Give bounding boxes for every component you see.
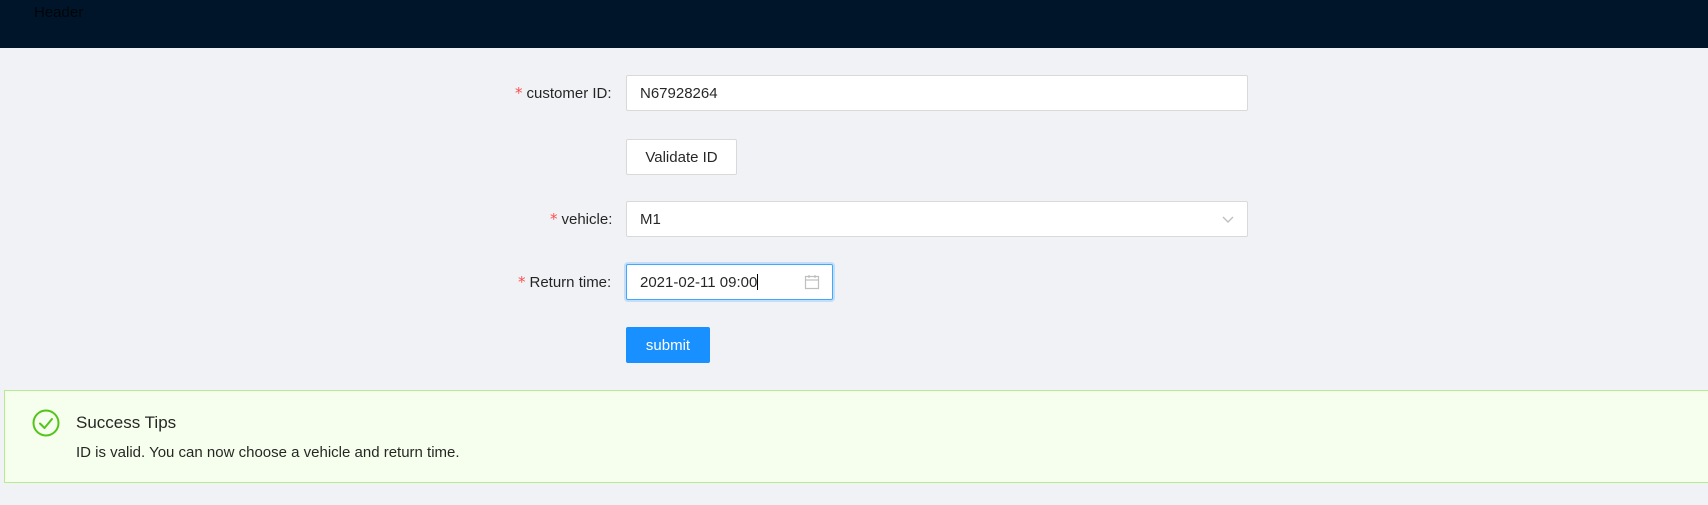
return-time-label: * Return time: [518, 273, 612, 291]
chevron-down-icon [1222, 216, 1234, 223]
vehicle-selected-value: M1 [640, 210, 661, 228]
header-bar: Header [0, 0, 1708, 48]
text-cursor [757, 274, 759, 290]
validate-id-button[interactable]: Validate ID [626, 139, 737, 175]
required-mark: * [518, 273, 526, 291]
check-circle-icon [32, 409, 60, 437]
submit-button[interactable]: submit [626, 327, 710, 363]
alert-title: Success Tips [76, 413, 177, 432]
customer-id-label: * customer ID: [515, 84, 612, 102]
required-mark: * [550, 210, 558, 228]
calendar-icon[interactable] [804, 274, 820, 290]
vehicle-label: * vehicle: [550, 210, 613, 228]
customer-id-value: N67928264 [640, 84, 718, 102]
vehicle-select[interactable]: M1 [626, 201, 1248, 237]
return-time-picker[interactable]: 2021-02-11 09:00 [626, 264, 833, 300]
customer-id-input[interactable]: N67928264 [626, 75, 1248, 111]
success-alert: Success Tips ID is valid. You can now ch… [4, 390, 1708, 483]
alert-description: ID is valid. You can now choose a vehicl… [76, 444, 460, 461]
return-time-value: 2021-02-11 09:00 [640, 273, 758, 291]
page: Header * customer ID: N67928264 Validate … [0, 0, 1708, 505]
required-mark: * [515, 84, 523, 102]
header-title: Header [34, 4, 84, 21]
